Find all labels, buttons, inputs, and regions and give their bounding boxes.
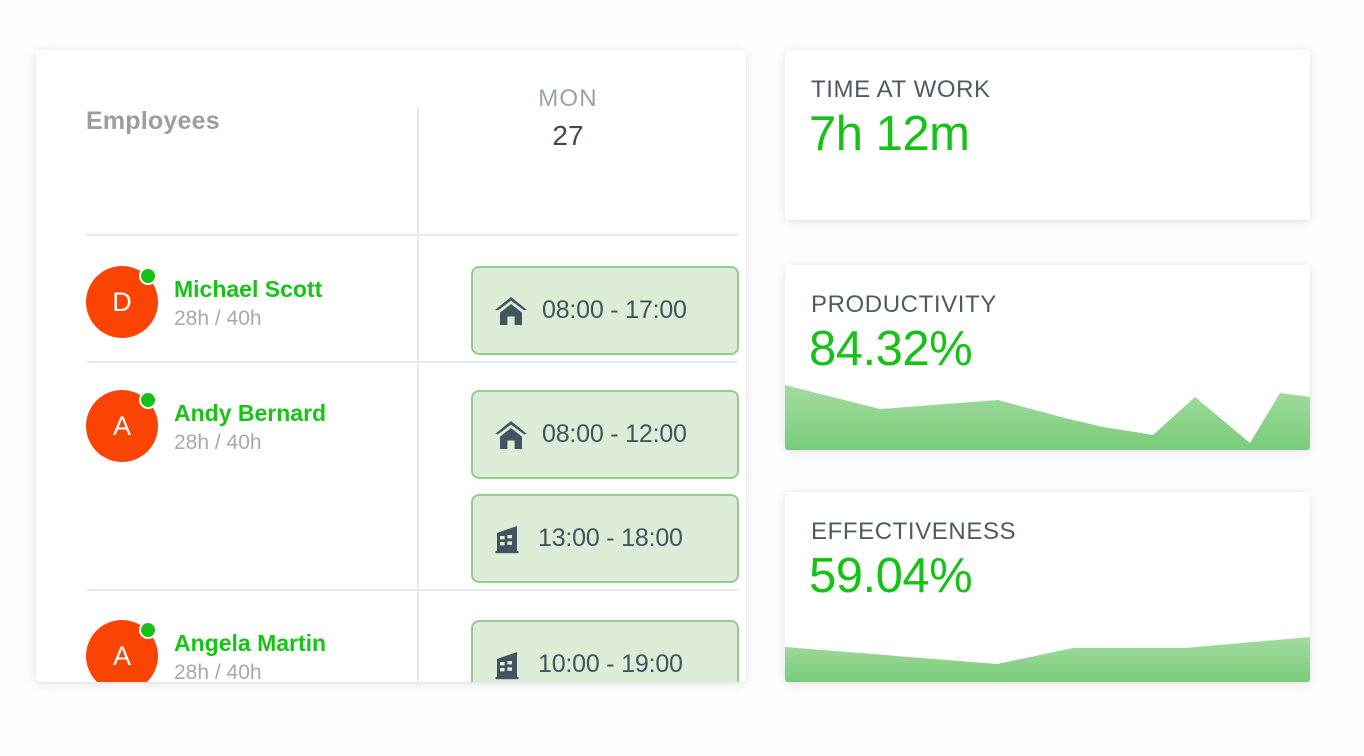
schedule-panel: Employees MON 27 D Michael Scott 28h / 4… (36, 50, 746, 682)
shift-chip[interactable]: 10:00 - 19:00 (471, 620, 739, 682)
dashboard-page: Employees MON 27 D Michael Scott 28h / 4… (0, 0, 1364, 756)
avatar[interactable]: A (86, 620, 158, 682)
table-row[interactable]: A Andy Bernard 28h / 40h 08:00 - 12:00 (36, 390, 746, 583)
employee-name[interactable]: Andy Bernard (174, 398, 326, 428)
header-divider (86, 234, 738, 236)
employee-info[interactable]: A Andy Bernard 28h / 40h (36, 390, 417, 583)
row-divider (86, 361, 738, 363)
employee-hours: 28h / 40h (174, 428, 326, 458)
shift-time: 13:00 - 18:00 (538, 524, 683, 553)
shift-time: 08:00 - 17:00 (542, 296, 687, 325)
office-building-icon (494, 650, 524, 680)
shift-chip[interactable]: 13:00 - 18:00 (471, 494, 739, 583)
row-divider (86, 589, 738, 591)
employee-hours: 28h / 40h (174, 658, 326, 682)
day-date-label: 27 (418, 116, 718, 156)
employee-text: Michael Scott 28h / 40h (174, 266, 322, 334)
stat-label: TIME AT WORK (811, 76, 991, 104)
status-badge (139, 621, 157, 639)
table-row[interactable]: D Michael Scott 28h / 40h 08:00 - 17:00 (36, 266, 746, 355)
employee-name[interactable]: Angela Martin (174, 628, 326, 658)
shift-cell: 08:00 - 17:00 (417, 266, 746, 355)
home-icon (494, 420, 528, 450)
shift-chip[interactable]: 08:00 - 12:00 (471, 390, 739, 479)
stat-label: EFFECTIVENESS (811, 518, 1016, 546)
stat-card-effectiveness[interactable]: EFFECTIVENESS 59.04% (785, 492, 1310, 682)
effectiveness-sparkline-chart (785, 624, 1310, 682)
employee-name[interactable]: Michael Scott (174, 274, 322, 304)
productivity-sparkline-chart (785, 380, 1310, 450)
status-badge (139, 391, 157, 409)
shift-cell: 10:00 - 19:00 (417, 620, 746, 682)
office-building-icon (494, 524, 524, 554)
stat-value: 84.32% (809, 321, 972, 377)
shift-time: 10:00 - 19:00 (538, 650, 683, 679)
status-badge (139, 267, 157, 285)
stat-value: 7h 12m (809, 106, 969, 162)
home-icon (494, 296, 528, 326)
employee-text: Angela Martin 28h / 40h (174, 620, 326, 682)
employee-hours: 28h / 40h (174, 304, 322, 334)
shift-chip[interactable]: 08:00 - 17:00 (471, 266, 739, 355)
shift-cell: 08:00 - 12:00 13:00 - 18:00 (417, 390, 746, 583)
stat-label: PRODUCTIVITY (811, 291, 997, 319)
avatar[interactable]: D (86, 266, 158, 338)
employee-info[interactable]: D Michael Scott 28h / 40h (36, 266, 417, 355)
stat-card-productivity[interactable]: PRODUCTIVITY 84.32% (785, 265, 1310, 450)
table-row[interactable]: A Angela Martin 28h / 40h (36, 620, 746, 682)
schedule-header: Employees MON 27 (36, 50, 746, 187)
employee-text: Andy Bernard 28h / 40h (174, 390, 326, 458)
day-column-header[interactable]: MON 27 (418, 82, 718, 156)
employees-column-header: Employees (86, 107, 220, 136)
day-weekday-label: MON (418, 82, 718, 116)
stat-value: 59.04% (809, 548, 972, 604)
employee-info[interactable]: A Angela Martin 28h / 40h (36, 620, 417, 682)
avatar[interactable]: A (86, 390, 158, 462)
shift-time: 08:00 - 12:00 (542, 420, 687, 449)
stat-card-time-at-work[interactable]: TIME AT WORK 7h 12m (785, 50, 1310, 220)
